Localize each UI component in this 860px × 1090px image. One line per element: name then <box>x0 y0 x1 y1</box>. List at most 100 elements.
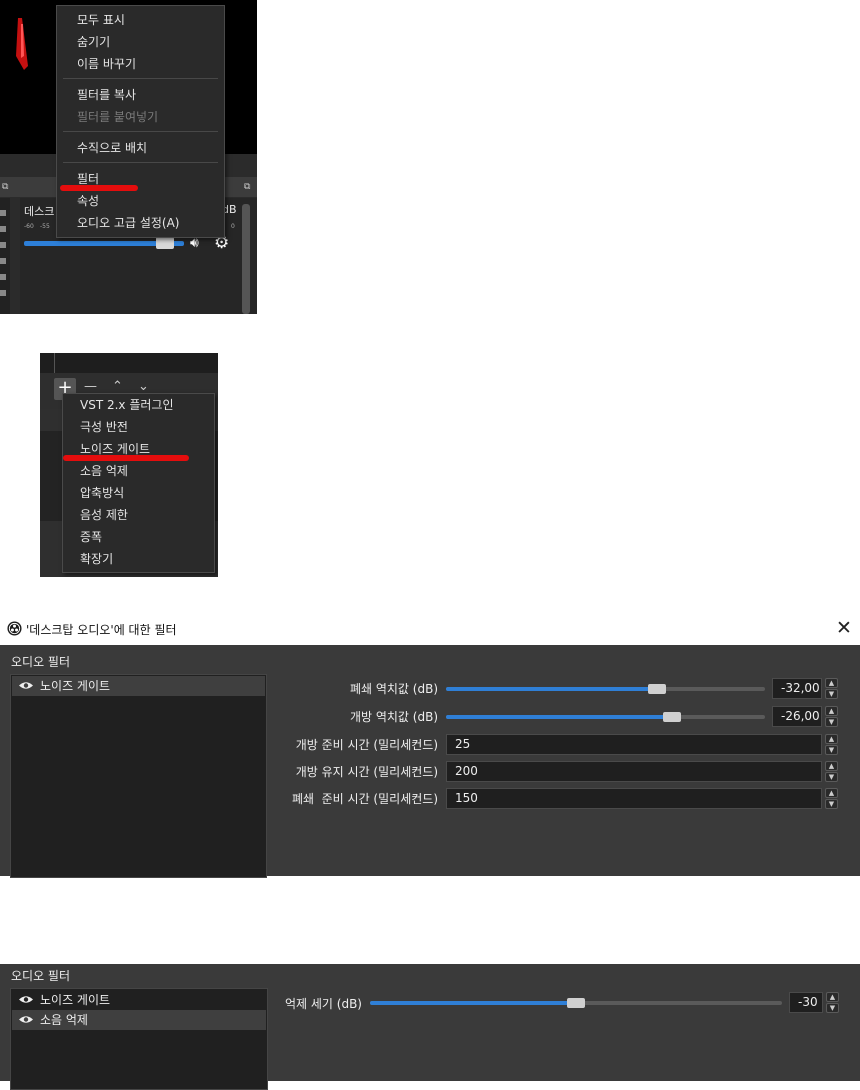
dialog-title: '데스크탑 오디오'에 대한 필터 <box>26 623 177 637</box>
menu-item-properties[interactable]: 속성 <box>57 190 224 212</box>
chevron-down-icon[interactable]: ▼ <box>825 745 838 755</box>
chevron-up-icon[interactable]: ▲ <box>825 706 838 716</box>
section-label: 오디오 필터 <box>11 969 71 983</box>
move-down-icon[interactable]: ⌄ <box>138 379 149 394</box>
filter-item-label: 소음 억제 <box>40 1013 88 1027</box>
release-time-stepper[interactable]: ▲ ▼ <box>825 788 839 809</box>
obs-logo-icon <box>7 621 22 636</box>
slider-fill <box>370 1001 576 1005</box>
slider-thumb[interactable] <box>647 684 666 694</box>
dock-lock-icon[interactable] <box>0 258 6 264</box>
filters-add-panel: + — ⌃ ⌄ VST 2.x 플러그인 극성 반전 노이즈 게이트 소음 억제… <box>40 353 218 577</box>
suppression-level-input[interactable]: -30 <box>789 992 823 1013</box>
slider-fill <box>446 687 657 691</box>
filter-item-noise-suppression[interactable]: 소음 억제 <box>12 1010 266 1030</box>
highlight-underline <box>63 455 189 461</box>
dock-lock-icon[interactable] <box>0 242 6 248</box>
hold-time-stepper[interactable]: ▲ ▼ <box>825 761 839 782</box>
divider <box>54 353 55 373</box>
prop-label-attack-time: 개방 준비 시간 (밀리세컨드) <box>295 738 438 752</box>
menu-item-rename[interactable]: 이름 바꾸기 <box>57 53 224 75</box>
chevron-down-icon[interactable]: ▼ <box>825 717 838 727</box>
preview-logo-fragment <box>16 18 28 70</box>
suppression-level-stepper[interactable]: ▲ ▼ <box>826 992 840 1013</box>
menu-separator <box>63 131 218 132</box>
filter-list: 노이즈 게이트 <box>10 674 267 878</box>
menu-item-hide[interactable]: 숨기기 <box>57 31 224 53</box>
filter-item-noise-gate[interactable]: 노이즈 게이트 <box>12 676 265 696</box>
chevron-up-icon[interactable]: ▲ <box>826 992 839 1002</box>
menu-item-show-all[interactable]: 모두 표시 <box>57 9 224 31</box>
open-threshold-stepper[interactable]: ▲ ▼ <box>825 706 839 727</box>
close-icon[interactable]: ✕ <box>836 617 852 639</box>
volume-slider-thumb[interactable] <box>155 237 174 249</box>
filter-dialog-2-body: 오디오 필터 노이즈 게이트 소음 억제 억제 세기 (dB) -30 ▲ ▼ <box>0 964 860 1090</box>
chevron-up-icon[interactable]: ▲ <box>825 761 838 771</box>
chevron-up-icon[interactable]: ▲ <box>825 678 838 688</box>
filter-list: 노이즈 게이트 소음 억제 <box>10 988 268 1090</box>
close-threshold-slider[interactable] <box>446 684 765 694</box>
dock-lock-icon[interactable] <box>0 274 6 280</box>
panel-top-strip <box>40 353 218 373</box>
remove-filter-icon[interactable]: — <box>84 379 97 394</box>
menu-item-noise-suppression[interactable]: 소음 억제 <box>63 460 214 482</box>
filter-item-label: 노이즈 게이트 <box>40 993 111 1007</box>
open-threshold-input[interactable]: -26,00 <box>772 706 822 727</box>
chevron-down-icon[interactable]: ▼ <box>826 1003 839 1013</box>
chevron-up-icon[interactable]: ▲ <box>825 788 838 798</box>
attack-time-input[interactable]: 25 <box>446 734 822 755</box>
visibility-eye-icon[interactable] <box>19 995 33 1004</box>
prop-label-release-time: 폐쇄 준비 시간 (밀리세컨드) <box>291 792 438 806</box>
close-threshold-stepper[interactable]: ▲ ▼ <box>825 678 839 699</box>
menu-item-vst-plugin[interactable]: VST 2.x 플러그인 <box>63 394 214 416</box>
source-context-panel: ⧉ ⧉ 데스크 dB -60 -55 0 🔊︎ ⚙ 모두 표시 숨기기 이름 바… <box>0 0 257 314</box>
prop-label-suppression-level: 억제 세기 (dB) <box>284 997 362 1011</box>
add-filter-menu: VST 2.x 플러그인 극성 반전 노이즈 게이트 소음 억제 압축방식 음성… <box>62 393 215 573</box>
menu-separator <box>63 162 218 163</box>
menu-item-expander[interactable]: 확장기 <box>63 548 214 570</box>
filter-item-label: 노이즈 게이트 <box>40 679 111 693</box>
move-up-icon[interactable]: ⌃ <box>112 379 123 394</box>
menu-item-compressor[interactable]: 압축방식 <box>63 482 214 504</box>
suppression-level-slider[interactable] <box>370 998 782 1008</box>
dock-float-icon-left[interactable]: ⧉ <box>2 182 8 192</box>
chevron-down-icon[interactable]: ▼ <box>825 689 838 699</box>
highlight-underline <box>60 185 138 191</box>
source-context-menu: 모두 표시 숨기기 이름 바꾸기 필터를 복사 필터를 붙여넣기 수직으로 배치… <box>56 5 225 238</box>
chevron-down-icon[interactable]: ▼ <box>825 772 838 782</box>
dialog-body: 오디오 필터 노이즈 게이트 폐쇄 역치값 (dB) -32,00 ▲ ▼ 개방 … <box>0 645 860 878</box>
meter-tick: 0 <box>231 223 235 230</box>
slider-thumb[interactable] <box>567 998 585 1008</box>
menu-item-advanced-audio[interactable]: 오디오 고급 설정(A) <box>57 212 224 234</box>
visibility-eye-icon[interactable] <box>19 1015 33 1024</box>
menu-item-copy-filters[interactable]: 필터를 복사 <box>57 84 224 106</box>
mixer-source-label: 데스크 <box>24 205 55 218</box>
dock-lock-icon[interactable] <box>0 210 6 216</box>
menu-item-vertical-layout[interactable]: 수직으로 배치 <box>57 137 224 159</box>
prop-label-open-threshold: 개방 역치값 (dB) <box>349 710 438 724</box>
menu-item-limiter[interactable]: 음성 제한 <box>63 504 214 526</box>
filter-dialog: '데스크탑 오디오'에 대한 필터 ✕ 오디오 필터 노이즈 게이트 폐쇄 역치… <box>0 613 860 878</box>
menu-item-paste-filters: 필터를 붙여넣기 <box>77 110 159 124</box>
slider-thumb[interactable] <box>663 712 682 722</box>
scenes-dock-edge <box>0 198 10 314</box>
visibility-eye-icon[interactable] <box>19 681 33 690</box>
mixer-scrollbar[interactable] <box>242 204 250 314</box>
chevron-down-icon[interactable]: ▼ <box>825 799 838 809</box>
release-time-input[interactable]: 150 <box>446 788 822 809</box>
filter-item-noise-gate[interactable]: 노이즈 게이트 <box>12 990 266 1010</box>
prop-label-hold-time: 개방 유지 시간 (밀리세컨드) <box>295 765 438 779</box>
dock-lock-icon[interactable] <box>0 226 6 232</box>
hold-time-input[interactable]: 200 <box>446 761 822 782</box>
dock-float-icon[interactable]: ⧉ <box>244 182 250 192</box>
chevron-up-icon[interactable]: ▲ <box>825 734 838 744</box>
dock-lock-icon[interactable] <box>0 290 6 296</box>
meter-tick: -55 <box>40 223 50 230</box>
meter-tick: -60 <box>24 223 34 230</box>
slider-fill <box>446 715 673 719</box>
close-threshold-input[interactable]: -32,00 <box>772 678 822 699</box>
menu-item-gain[interactable]: 증폭 <box>63 526 214 548</box>
attack-time-stepper[interactable]: ▲ ▼ <box>825 734 839 755</box>
menu-item-invert-polarity[interactable]: 극성 반전 <box>63 416 214 438</box>
open-threshold-slider[interactable] <box>446 712 765 722</box>
